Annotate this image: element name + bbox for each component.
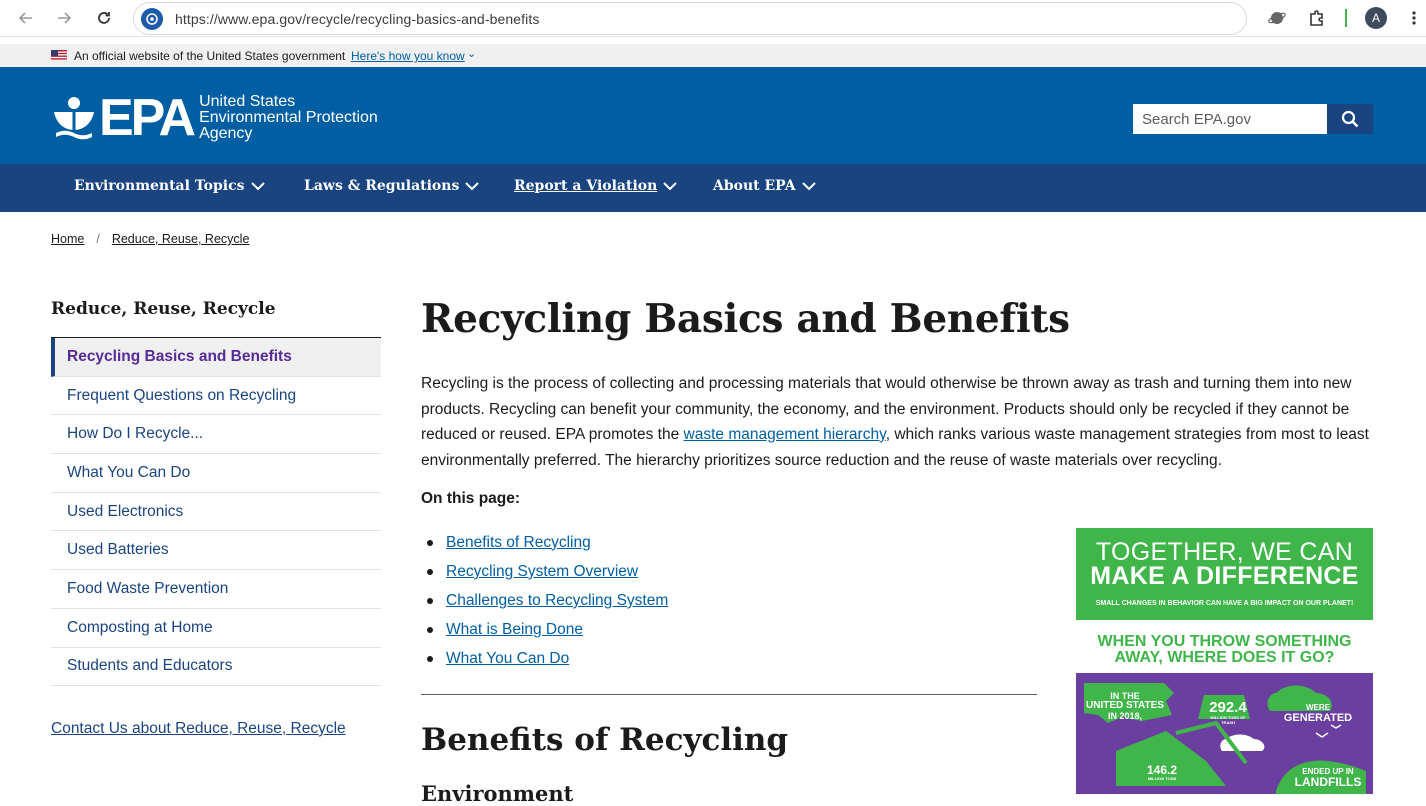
sidenav-item-composting[interactable]: Composting at Home	[51, 609, 381, 648]
browser-toolbar: https://www.epa.gov/recycle/recycling-ba…	[0, 0, 1426, 37]
nav-label: Report a Violation	[514, 178, 658, 194]
environment-heading: Environment	[421, 781, 574, 806]
search-input[interactable]	[1133, 104, 1327, 134]
stat-trash-tons: 292.4 MILLION TONS OF TRASH	[1204, 699, 1252, 725]
agency-line-3: Agency	[199, 125, 253, 142]
main-nav: Environmental Topics Laws & Regulations …	[0, 164, 1426, 212]
browser-menu-icon[interactable]	[1404, 8, 1424, 28]
sidenav-item-used-electronics[interactable]: Used Electronics	[51, 493, 381, 532]
sidenav-item-how-do-i-recycle[interactable]: How Do I Recycle...	[51, 415, 381, 455]
agency-line-1: United States	[199, 93, 296, 110]
sidenav-item-what-you-can-do[interactable]: What You Can Do	[51, 454, 381, 493]
stat-generated: WERE GENERATED	[1278, 703, 1358, 724]
breadcrumb-reduce-reuse-recycle[interactable]: Reduce, Reuse, Recycle	[112, 232, 250, 246]
infographic-stats-panel: IN THE UNITED STATES IN 2018, 292.4 MILL…	[1076, 673, 1373, 794]
toc-system-overview-link[interactable]: Recycling System Overview	[446, 563, 638, 581]
extension-planet-icon[interactable]	[1267, 8, 1287, 28]
site-search	[1133, 104, 1373, 134]
page-title: Recycling Basics and Benefits	[421, 296, 1070, 342]
waste-hierarchy-link[interactable]: waste management hierarchy	[684, 426, 886, 443]
infographic-title-line-2: MAKE A DIFFERENCE	[1090, 562, 1359, 590]
stat-landfills: ENDED UP IN LANDFILLS	[1288, 767, 1368, 789]
infographic-stripe	[1076, 620, 1373, 628]
section-divider	[421, 694, 1037, 695]
search-icon	[1341, 110, 1359, 128]
chevron-down-icon	[250, 181, 265, 190]
contact-us-link[interactable]: Contact Us about Reduce, Reuse, Recycle	[51, 720, 346, 738]
infographic-question: WHEN YOU THROW SOMETHING AWAY, WHERE DOE…	[1076, 634, 1373, 666]
breadcrumb-home[interactable]: Home	[51, 232, 84, 246]
infographic-title-line-1: TOGETHER, WE CAN	[1095, 538, 1354, 566]
nav-label: Environmental Topics	[74, 178, 245, 194]
toolbar-divider	[1345, 9, 1347, 27]
stat-landfill-value: 146.2	[1146, 763, 1178, 777]
infographic-question-line-1: WHEN YOU THROW SOMETHING	[1097, 633, 1352, 650]
epa-logo[interactable]: EPA United States Environmental Protecti…	[51, 89, 396, 147]
breadcrumb: Home / Reduce, Reuse, Recycle	[51, 232, 249, 246]
sidenav-item-food-waste[interactable]: Food Waste Prevention	[51, 570, 381, 609]
search-button[interactable]	[1327, 104, 1373, 134]
site-header: EPA United States Environmental Protecti…	[0, 67, 1426, 164]
agency-name: United States Environmental Protection A…	[199, 94, 378, 142]
stat-trash-unit: MILLION TONS OF TRASH	[1210, 715, 1246, 725]
toc-challenges-link[interactable]: Challenges to Recycling System	[446, 592, 668, 610]
infographic-subtitle: SMALL CHANGES IN BEHAVIOR CAN HAVE A BIG…	[1095, 600, 1354, 607]
intro-paragraph: Recycling is the process of collecting a…	[421, 371, 1376, 473]
list-item: Recycling System Overview	[427, 557, 668, 586]
reload-icon[interactable]	[94, 8, 114, 28]
infographic-question-line-2: AWAY, WHERE DOES IT GO?	[1114, 649, 1335, 666]
infographic-title: TOGETHER, WE CAN MAKE A DIFFERENCE	[1076, 538, 1373, 590]
stat-trash-value: 292.4	[1209, 699, 1247, 716]
nav-about-epa[interactable]: About EPA	[713, 178, 816, 194]
nav-environmental-topics[interactable]: Environmental Topics	[74, 178, 265, 194]
chevron-down-icon	[465, 181, 480, 190]
side-nav: Recycling Basics and Benefits Frequent Q…	[51, 337, 381, 687]
stat-in-us-line-3: IN 2018,	[1107, 711, 1143, 721]
on-this-page-label: On this page:	[421, 490, 521, 507]
stat-generated-line-2: GENERATED	[1283, 712, 1353, 724]
chevron-down-icon	[663, 181, 678, 190]
profile-avatar[interactable]: A	[1365, 7, 1387, 29]
sidenav-item-used-batteries[interactable]: Used Batteries	[51, 531, 381, 571]
list-item: What is Being Done	[427, 616, 668, 645]
stat-in-us-line-2: UNITED STATES	[1086, 700, 1164, 711]
sidenav-item-students-educators[interactable]: Students and Educators	[51, 648, 381, 687]
nav-label: Laws & Regulations	[304, 178, 460, 194]
toc-being-done-link[interactable]: What is Being Done	[446, 621, 583, 639]
address-bar[interactable]: https://www.epa.gov/recycle/recycling-ba…	[133, 2, 1247, 35]
agency-line-2: Environmental Protection	[199, 109, 378, 126]
nav-report-violation[interactable]: Report a Violation	[514, 178, 678, 194]
breadcrumb-separator: /	[96, 232, 100, 246]
extensions-puzzle-icon[interactable]	[1307, 8, 1327, 28]
toc-what-you-can-do-link[interactable]: What You Can Do	[446, 650, 569, 668]
nav-label: About EPA	[713, 178, 796, 194]
toc-benefits-link[interactable]: Benefits of Recycling	[446, 534, 591, 552]
stat-landfill-tons: 146.2 MILLION TONS	[1142, 763, 1182, 781]
heres-how-you-know-link[interactable]: Here's how you know	[351, 49, 465, 63]
us-flag-icon	[51, 50, 67, 61]
nav-laws-regulations[interactable]: Laws & Regulations	[304, 178, 480, 194]
stat-in-us: IN THE UNITED STATES IN 2018,	[1086, 691, 1164, 721]
benefits-heading: Benefits of Recycling	[421, 722, 789, 758]
sidenav-item-frequent-questions[interactable]: Frequent Questions on Recycling	[51, 377, 381, 416]
url-text: https://www.epa.gov/recycle/recycling-ba…	[175, 10, 540, 27]
list-item: Challenges to Recycling System	[427, 586, 668, 615]
epa-wordmark: EPA	[99, 89, 196, 147]
stat-landfills-line-2: LANDFILLS	[1294, 775, 1362, 789]
on-this-page-list: Benefits of Recycling Recycling System O…	[427, 528, 668, 674]
stat-landfill-unit: MILLION TONS	[1147, 776, 1177, 781]
chevron-down-icon	[801, 181, 816, 190]
site-info-icon[interactable]	[141, 7, 163, 30]
chevron-down-icon[interactable]: ⌄	[467, 47, 476, 60]
list-item: Benefits of Recycling	[427, 528, 668, 557]
list-item: What You Can Do	[427, 645, 668, 674]
back-icon[interactable]	[16, 8, 36, 28]
epa-flower-icon	[54, 97, 94, 140]
gov-banner-text: An official website of the United States…	[74, 49, 346, 63]
gov-banner: An official website of the United States…	[0, 44, 1426, 67]
sidenav-title: Reduce, Reuse, Recycle	[51, 299, 276, 319]
forward-icon[interactable]	[54, 8, 74, 28]
recycling-infographic[interactable]: TOGETHER, WE CAN MAKE A DIFFERENCE SMALL…	[1076, 528, 1373, 794]
sidenav-item-recycling-basics[interactable]: Recycling Basics and Benefits	[51, 338, 381, 377]
